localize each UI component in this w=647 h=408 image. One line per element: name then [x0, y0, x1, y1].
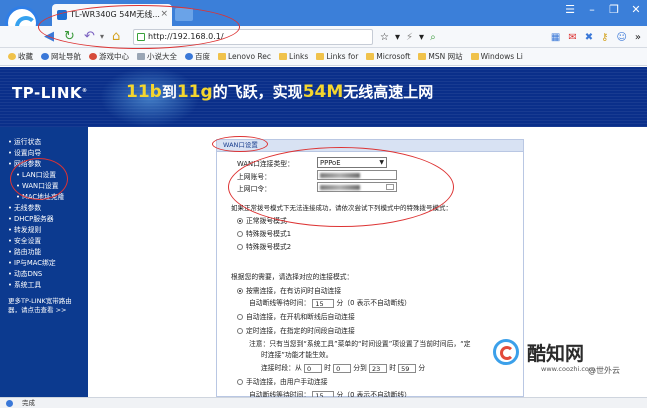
bookmark-links[interactable]: Links — [279, 52, 308, 61]
compat-icon[interactable]: ⚡ — [406, 32, 413, 43]
tplink-logo: TP-LINK® — [12, 84, 88, 102]
status-icon — [6, 400, 13, 407]
idle-time-row: 自动断线等待时间： 15 分（0 表示不自动断线） — [249, 299, 411, 308]
menu-item-forwarding[interactable]: 转发规则 — [0, 225, 88, 236]
menu-item-routing[interactable]: 路由功能 — [0, 247, 88, 258]
site-watermark: 酷知网 www.coozhi.com @世外云 — [493, 335, 637, 381]
baidu-icon — [185, 53, 193, 60]
minimize-icon[interactable]: – — [585, 3, 599, 16]
mail-icon[interactable]: ✉ — [568, 32, 576, 43]
folder-icon — [316, 53, 325, 60]
timer-note-b: 时连接”功能才能生效。 — [261, 351, 333, 359]
dial-mode-special-1[interactable]: 特殊拨号模式1 — [237, 228, 291, 238]
radio-off-icon[interactable] — [237, 244, 243, 250]
conn-mode-manual[interactable]: 手动连接，由用户手动连接 — [237, 376, 328, 386]
user-icon[interactable]: ☺ — [616, 32, 626, 43]
bookmark-lenovo[interactable]: Lenovo Rec — [218, 52, 271, 61]
idle-time-input[interactable]: 15 — [312, 299, 335, 308]
bookmark-windows-live[interactable]: Windows Li — [470, 52, 523, 61]
timer-start-minute[interactable]: 0 — [333, 364, 352, 373]
search-icon[interactable]: ⌕ — [430, 32, 436, 43]
timer-start-hour[interactable]: 0 — [303, 364, 322, 373]
timer-end-minute[interactable]: 59 — [398, 364, 417, 373]
menu-item-dhcp[interactable]: DHCP服务器 — [0, 214, 88, 225]
toolbar-icons: ▦ ✉ ✖ ⚷ ☺ » — [551, 29, 641, 45]
conn-note: 根据您的需要，请选择对应的连接模式： — [231, 273, 354, 281]
game-icon — [89, 53, 97, 60]
bookmark-games[interactable]: 游戏中心 — [89, 51, 129, 62]
folder-icon — [279, 53, 288, 60]
annotation-title-circle — [212, 136, 268, 152]
watermark-name: 酷知网 — [527, 343, 585, 365]
bookmark-novels[interactable]: 小说大全 — [137, 51, 177, 62]
timer-end-hour[interactable]: 23 — [369, 364, 388, 373]
key-icon[interactable]: ⚷ — [601, 32, 608, 43]
conn-mode-auto[interactable]: 自动连接，在开机和断线后自动连接 — [237, 311, 355, 321]
folder-icon — [418, 53, 427, 60]
menu-item-ip-mac[interactable]: IP与MAC绑定 — [0, 258, 88, 269]
timer-note-a: 注意：只有当您到“系统工具”菜单的“时间设置”项设置了当前时间后，“定 — [249, 340, 471, 348]
address-actions: ☆ ▾ ⚡ ▾ ⌕ — [380, 29, 436, 45]
annotation-form-circle — [228, 147, 454, 227]
menu-item-tools[interactable]: 系统工具 — [0, 280, 88, 291]
folder-icon — [218, 53, 226, 60]
tools-icon[interactable]: ✖ — [585, 32, 593, 43]
conn-mode-on-demand[interactable]: 按需连接，在有访问时自动连接 — [237, 285, 341, 295]
bookmark-baidu[interactable]: 百度 — [185, 51, 210, 62]
status-bar: 完成 — [0, 397, 647, 408]
router-banner: TP-LINK® 11b到11g的飞跃，实现54M无线高速上网 — [0, 67, 647, 127]
radio-off-icon[interactable] — [237, 231, 243, 237]
annotation-menu-circle — [10, 158, 68, 200]
favorite-star-icon[interactable]: ☆ — [380, 32, 389, 43]
menu-item-ddns[interactable]: 动态DNS — [0, 269, 88, 280]
radio-off-icon[interactable] — [237, 328, 243, 334]
radio-on-icon[interactable] — [237, 288, 243, 294]
radio-off-icon[interactable] — [237, 314, 243, 320]
menu-icon[interactable]: ☰ — [563, 3, 577, 16]
globe-icon — [41, 53, 49, 60]
dropdown-icon[interactable]: ▾ — [395, 32, 400, 43]
star-icon — [8, 53, 16, 60]
bookmarks-bar: 收藏 网址导航 游戏中心 小说大全 百度 Lenovo Rec Links Li… — [0, 48, 647, 66]
bookmark-links-for[interactable]: Links for — [316, 52, 358, 61]
folder-icon — [470, 53, 479, 60]
watermark-publisher: @世外云 — [588, 366, 620, 375]
bookmark-nav[interactable]: 网址导航 — [41, 51, 81, 62]
coozhi-logo-icon — [493, 339, 519, 365]
more-icon[interactable]: » — [635, 32, 641, 43]
radio-off-icon[interactable] — [237, 379, 243, 385]
window-controls: ☰ – ❐ ✕ — [563, 3, 643, 16]
radio-on-icon[interactable] — [237, 218, 243, 224]
folder-icon — [366, 53, 375, 60]
conn-mode-timed[interactable]: 定时连接，在指定的时间段自动连接 — [237, 325, 355, 335]
restore-icon[interactable]: ❐ — [607, 3, 621, 16]
menu-item-status[interactable]: 运行状态 — [0, 137, 88, 148]
more-products-link[interactable]: 更多TP-LINK宽带路由器，请点击查看 >> — [0, 291, 88, 315]
annotation-url-circle — [38, 5, 240, 49]
bookmark-favorites[interactable]: 收藏 — [8, 51, 33, 62]
bookmark-msn[interactable]: MSN 网站 — [418, 51, 463, 62]
menu-item-wireless[interactable]: 无线参数 — [0, 203, 88, 214]
timer-row: 连接时段：从 0 时 0 分到 23 时 59 分 — [261, 364, 426, 373]
status-text: 完成 — [22, 399, 35, 407]
bookmark-microsoft[interactable]: Microsoft — [366, 52, 410, 61]
dropdown-icon-2[interactable]: ▾ — [419, 32, 424, 43]
book-icon — [137, 53, 145, 60]
dial-mode-special-2[interactable]: 特殊拨号模式2 — [237, 241, 291, 251]
banner-slogan: 11b到11g的飞跃，实现54M无线高速上网 — [126, 82, 434, 102]
menu-item-security[interactable]: 安全设置 — [0, 236, 88, 247]
close-window-icon[interactable]: ✕ — [629, 3, 643, 16]
grid-icon[interactable]: ▦ — [551, 32, 560, 43]
